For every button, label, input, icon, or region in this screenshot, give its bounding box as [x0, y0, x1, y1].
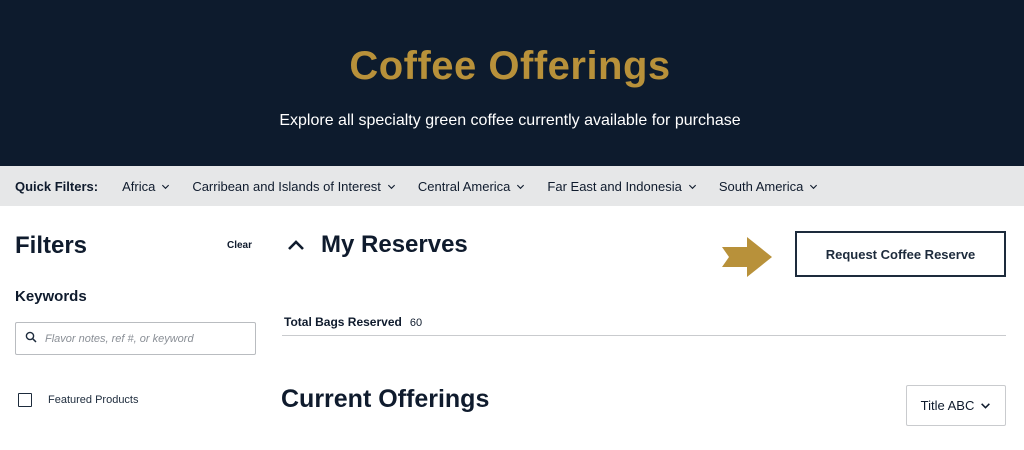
quick-filter-carribean[interactable]: Carribean and Islands of Interest: [192, 179, 396, 194]
checkbox[interactable]: [18, 393, 32, 407]
quick-filter-label: Carribean and Islands of Interest: [192, 178, 381, 194]
quick-filters-label: Quick Filters:: [15, 178, 99, 194]
request-coffee-reserve-button[interactable]: Request Coffee Reserve: [795, 231, 1006, 277]
chevron-up-icon: [285, 234, 307, 256]
keywords-label: Keywords: [15, 288, 87, 305]
chevron-down-icon: [809, 182, 818, 191]
quick-filter-africa[interactable]: Africa: [122, 179, 170, 194]
chevron-down-icon: [980, 400, 991, 411]
chevron-down-icon: [516, 182, 525, 191]
page-subtitle: Explore all specialty green coffee curre…: [279, 112, 741, 129]
search-input[interactable]: [45, 332, 245, 345]
total-bags-label: Total Bags Reserved: [284, 315, 402, 329]
search-icon: [25, 330, 37, 348]
chevron-down-icon: [688, 182, 697, 191]
my-reserves-heading: My Reserves: [321, 231, 468, 258]
total-bags-reserved: Total Bags Reserved 60: [284, 315, 422, 329]
sort-select[interactable]: Title ABC: [906, 385, 1006, 426]
clear-filters-link[interactable]: Clear: [227, 240, 252, 251]
quick-filter-label: South America: [718, 178, 804, 194]
quick-filter-label: Central America: [417, 178, 511, 194]
quick-filter-label: Africa: [122, 178, 156, 194]
hero-banner: Coffee Offerings Explore all specialty g…: [0, 0, 1024, 166]
page-title: Coffee Offerings: [349, 44, 671, 88]
total-bags-value: 60: [409, 317, 423, 329]
quick-filters-bar: Quick Filters: Africa Carribean and Isla…: [0, 166, 1024, 206]
filters-heading: Filters: [15, 232, 88, 259]
quick-filter-central-america[interactable]: Central America: [418, 179, 525, 194]
keyword-search[interactable]: [15, 322, 256, 355]
arrow-right-icon: [722, 236, 774, 285]
divider: [282, 335, 1006, 336]
featured-products-checkbox[interactable]: Featured Products: [18, 393, 139, 407]
quick-filter-far-east[interactable]: Far East and Indonesia: [547, 179, 696, 194]
my-reserves-toggle[interactable]: My Reserves: [285, 231, 468, 259]
quick-filter-label: Far East and Indonesia: [547, 178, 682, 194]
sort-label: Title ABC: [920, 398, 975, 413]
quick-filter-south-america[interactable]: South America: [719, 179, 819, 194]
featured-products-label: Featured Products: [48, 394, 139, 406]
chevron-down-icon: [161, 182, 170, 191]
chevron-down-icon: [387, 182, 396, 191]
current-offerings-heading: Current Offerings: [281, 385, 490, 413]
